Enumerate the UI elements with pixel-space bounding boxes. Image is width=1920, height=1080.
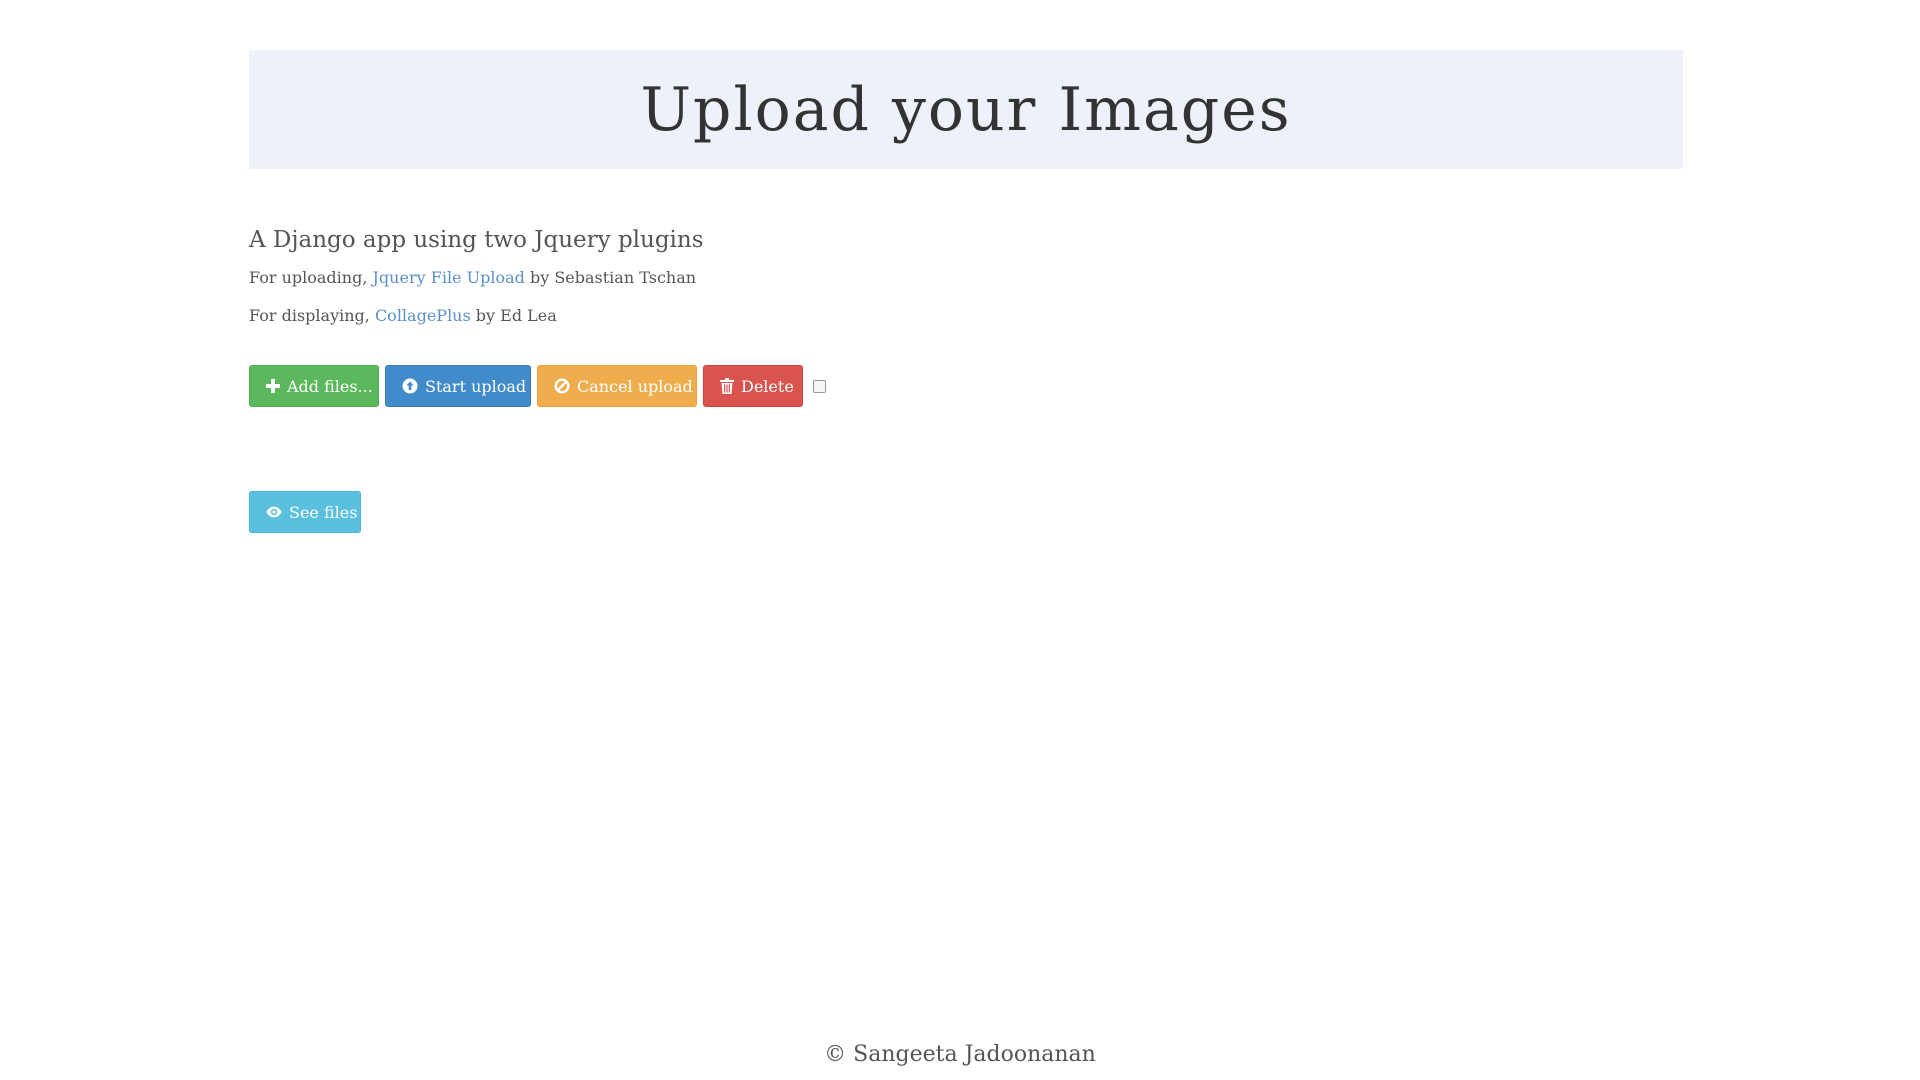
plus-icon — [266, 378, 280, 394]
displaying-prefix: For displaying, — [249, 306, 375, 325]
page-title: Upload your Images — [640, 74, 1292, 145]
select-all-checkbox[interactable] — [813, 379, 826, 393]
uploading-credit: For uploading, Jquery File Upload by Seb… — [249, 259, 1683, 297]
start-upload-label: Start upload — [425, 376, 527, 396]
uploading-prefix: For uploading, — [249, 268, 373, 287]
app-description: A Django app using two Jquery plugins — [249, 227, 704, 253]
upload-toolbar: Add files... Start upload Cancel upload … — [249, 365, 1683, 407]
uploading-suffix: by Sebastian Tschan — [524, 268, 697, 287]
cancel-upload-label: Cancel upload — [577, 376, 693, 396]
displaying-credit: For displaying, CollagePlus by Ed Lea — [249, 297, 1683, 335]
displaying-suffix: by Ed Lea — [470, 306, 557, 325]
see-files-row: See files — [249, 491, 1683, 533]
page: Upload your Images A Django app using tw… — [0, 0, 1920, 1080]
collageplus-link[interactable]: CollagePlus — [375, 306, 471, 325]
see-files-button[interactable]: See files — [249, 491, 361, 533]
delete-label: Delete — [741, 376, 794, 396]
header-banner: Upload your Images — [249, 50, 1683, 169]
cancel-upload-button[interactable]: Cancel upload — [537, 365, 697, 407]
footer-copyright: © Sangeeta Jadoonanan — [824, 1042, 1096, 1067]
eye-icon — [266, 504, 282, 520]
add-files-button[interactable]: Add files... — [249, 365, 379, 407]
see-files-label: See files — [289, 502, 358, 522]
main-container: Upload your Images A Django app using tw… — [249, 50, 1683, 533]
jquery-file-upload-link[interactable]: Jquery File Upload — [373, 268, 525, 287]
circle-arrow-up-icon — [402, 378, 418, 394]
trash-icon — [720, 378, 734, 394]
start-upload-button[interactable]: Start upload — [385, 365, 531, 407]
add-files-label: Add files... — [287, 376, 373, 396]
ban-circle-icon — [554, 378, 570, 394]
delete-button[interactable]: Delete — [703, 365, 803, 407]
